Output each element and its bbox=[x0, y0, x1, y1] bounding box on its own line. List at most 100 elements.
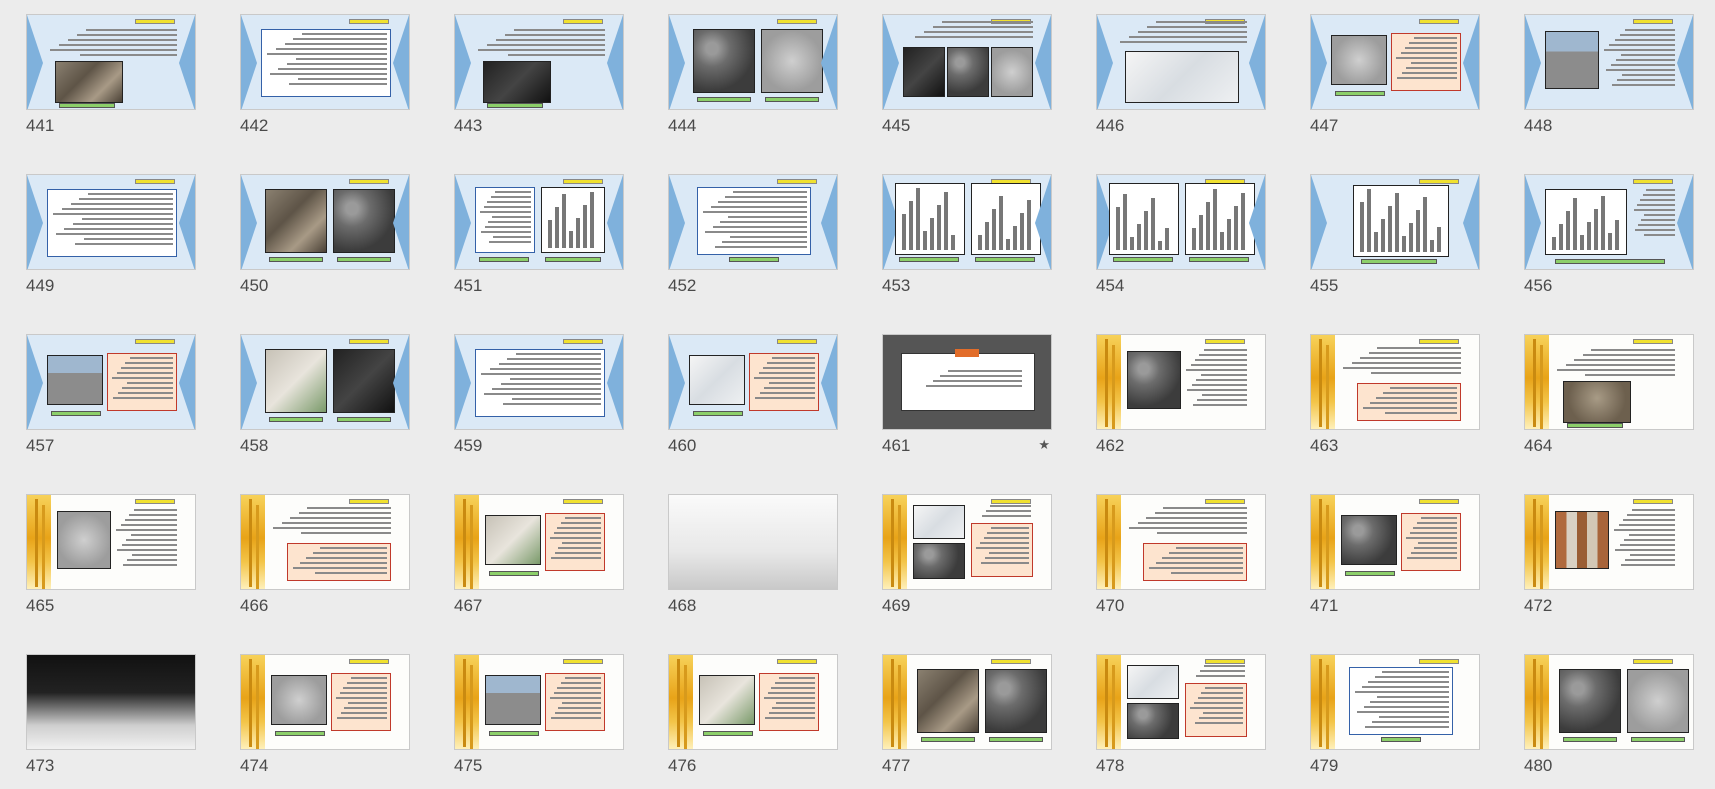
slide-thumbnail-455[interactable]: 455 bbox=[1310, 174, 1480, 302]
slide-text-line bbox=[490, 196, 531, 198]
chart-bar bbox=[1580, 235, 1584, 250]
slide-preview[interactable] bbox=[26, 494, 196, 590]
slide-preview[interactable] bbox=[668, 174, 838, 270]
slide-text-line bbox=[1361, 686, 1449, 688]
slide-thumbnail-461[interactable]: 461 ★ bbox=[882, 334, 1052, 462]
slide-preview[interactable] bbox=[668, 14, 838, 110]
slide-thumbnail-465[interactable]: 465 bbox=[26, 494, 196, 622]
slide-thumbnail-448[interactable]: 448 bbox=[1524, 14, 1694, 142]
slide-preview[interactable] bbox=[1524, 654, 1694, 750]
slide-thumbnail-470[interactable]: 470 bbox=[1096, 494, 1266, 622]
slide-thumbnail-462[interactable]: 462 bbox=[1096, 334, 1266, 462]
slide-preview[interactable] bbox=[454, 654, 624, 750]
slide-text-line bbox=[925, 385, 1022, 387]
chart-bar bbox=[1199, 215, 1203, 250]
slide-thumbnail-468[interactable]: 468 bbox=[668, 494, 838, 622]
slide-preview[interactable] bbox=[1310, 14, 1480, 110]
slide-thumbnail-469[interactable]: 469 bbox=[882, 494, 1052, 622]
slide-thumbnail-446[interactable]: 446 bbox=[1096, 14, 1266, 142]
slide-preview[interactable] bbox=[1524, 174, 1694, 270]
slide-thumbnail-458[interactable]: 458 bbox=[240, 334, 410, 462]
slide-preview[interactable] bbox=[1524, 14, 1694, 110]
slide-preview[interactable] bbox=[1310, 174, 1480, 270]
slide-preview[interactable] bbox=[882, 14, 1052, 110]
slide-thumbnail-474[interactable]: 474 bbox=[240, 654, 410, 782]
slide-thumbnail-452[interactable]: 452 bbox=[668, 174, 838, 302]
slide-text-line bbox=[284, 43, 387, 45]
slide-text-line bbox=[133, 509, 177, 511]
slide-preview[interactable] bbox=[240, 494, 410, 590]
slide-thumbnail-473[interactable]: 473 bbox=[26, 654, 196, 782]
slide-text-line bbox=[1413, 37, 1457, 39]
slide-number: 475 bbox=[454, 756, 483, 775]
slide-preview[interactable] bbox=[882, 174, 1052, 270]
slide-thumbnail-454[interactable]: 454 bbox=[1096, 174, 1266, 302]
slide-thumbnail-443[interactable]: 443 bbox=[454, 14, 624, 142]
slide-thumbnail-480[interactable]: 480 bbox=[1524, 654, 1694, 782]
slide-thumbnail-477[interactable]: 477 bbox=[882, 654, 1052, 782]
slide-thumbnail-453[interactable]: 453 bbox=[882, 174, 1052, 302]
slide-number: 466 bbox=[240, 596, 269, 615]
slide-thumbnail-457[interactable]: 457 bbox=[26, 334, 196, 462]
slide-preview[interactable] bbox=[1096, 494, 1266, 590]
slide-thumbnail-447[interactable]: 447 bbox=[1310, 14, 1480, 142]
slide-preview[interactable] bbox=[1310, 654, 1480, 750]
slide-preview[interactable] bbox=[240, 334, 410, 430]
slide-thumbnail-460[interactable]: 460 bbox=[668, 334, 838, 462]
slide-text-line bbox=[1193, 404, 1247, 406]
slide-thumbnail-459[interactable]: 459 bbox=[454, 334, 624, 462]
slide-preview[interactable] bbox=[26, 14, 196, 110]
slide-preview[interactable] bbox=[1310, 334, 1480, 430]
slide-thumbnail-467[interactable]: 467 bbox=[454, 494, 624, 622]
slide-preview[interactable] bbox=[240, 174, 410, 270]
slide-thumbnail-442[interactable]: 442 bbox=[240, 14, 410, 142]
slide-thumbnail-475[interactable]: 475 bbox=[454, 654, 624, 782]
slide-preview[interactable] bbox=[1524, 334, 1694, 430]
slide-preview[interactable] bbox=[668, 334, 838, 430]
slide-preview[interactable] bbox=[882, 654, 1052, 750]
slide-preview[interactable] bbox=[668, 654, 838, 750]
slide-thumbnail-464[interactable]: 464 bbox=[1524, 334, 1694, 462]
slide-preview[interactable] bbox=[454, 334, 624, 430]
slide-thumbnail-449[interactable]: 449 bbox=[26, 174, 196, 302]
slide-text-line bbox=[564, 677, 601, 679]
slide-preview[interactable] bbox=[26, 334, 196, 430]
slide-thumbnail-445[interactable]: 445 bbox=[882, 14, 1052, 142]
slide-thumbnail-444[interactable]: 444 bbox=[668, 14, 838, 142]
slide-thumbnail-466[interactable]: 466 bbox=[240, 494, 410, 622]
slide-thumbnail-456[interactable]: 456 bbox=[1524, 174, 1694, 302]
slide-thumbnail-463[interactable]: 463 bbox=[1310, 334, 1480, 462]
slide-thumbnail-478[interactable]: 478 bbox=[1096, 654, 1266, 782]
slide-preview[interactable] bbox=[454, 14, 624, 110]
slide-thumbnail-441[interactable]: 441 bbox=[26, 14, 196, 142]
slide-preview[interactable] bbox=[240, 14, 410, 110]
slide-preview[interactable] bbox=[882, 494, 1052, 590]
slide-thumbnail-450[interactable]: 450 bbox=[240, 174, 410, 302]
slide-number: 477 bbox=[882, 756, 911, 775]
slide-preview[interactable] bbox=[1096, 334, 1266, 430]
slide-thumbnail-471[interactable]: 471 bbox=[1310, 494, 1480, 622]
slide-thumbnail-451[interactable]: 451 bbox=[454, 174, 624, 302]
slide-thumbnail-472[interactable]: 472 bbox=[1524, 494, 1694, 622]
slide-chart bbox=[895, 183, 965, 255]
slide-text-line bbox=[281, 522, 391, 524]
slide-preview[interactable] bbox=[454, 174, 624, 270]
slide-preview[interactable] bbox=[26, 654, 196, 750]
slide-thumbnail-479[interactable]: 479 bbox=[1310, 654, 1480, 782]
slide-thumbnail-476[interactable]: 476 bbox=[668, 654, 838, 782]
slide-preview[interactable] bbox=[1096, 654, 1266, 750]
slide-text-line bbox=[762, 367, 815, 369]
slide-preview[interactable] bbox=[1524, 494, 1694, 590]
slide-preview[interactable] bbox=[26, 174, 196, 270]
slide-preview[interactable] bbox=[454, 494, 624, 590]
slide-preview[interactable] bbox=[1096, 174, 1266, 270]
slide-preview[interactable] bbox=[1096, 14, 1266, 110]
slide-preview[interactable] bbox=[882, 334, 1052, 430]
slide-text-lines bbox=[291, 547, 387, 577]
slide-preview[interactable] bbox=[668, 494, 838, 590]
slide-title-bar bbox=[349, 499, 389, 504]
slide-preview[interactable] bbox=[1310, 494, 1480, 590]
slide-preview[interactable] bbox=[240, 654, 410, 750]
slide-text-line bbox=[75, 243, 173, 245]
slide-text-lines bbox=[549, 677, 601, 722]
